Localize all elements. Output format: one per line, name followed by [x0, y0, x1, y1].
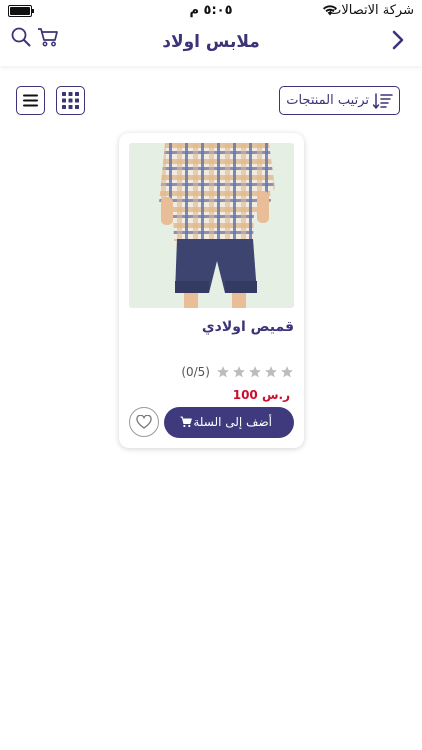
star-icon: [249, 366, 261, 378]
add-to-cart-label: أضف إلى السلة: [193, 415, 272, 429]
product-rating: (0/5): [181, 364, 294, 380]
cart-icon: [180, 416, 192, 428]
battery-icon: [8, 5, 34, 17]
sort-label: ترتيب المنتجات: [286, 93, 369, 108]
page-title: ملابس اولاد: [162, 32, 260, 52]
list-view-button[interactable]: [16, 86, 45, 115]
chevron-right-icon[interactable]: [388, 28, 408, 52]
wifi-icon: [323, 5, 337, 16]
list-view-icon: [23, 94, 38, 107]
status-bar: شركة الاتصالات ٥:٠٥ م: [0, 0, 422, 22]
star-icon: [233, 366, 245, 378]
carrier-name: شركة الاتصالات: [329, 3, 414, 18]
product-image[interactable]: [129, 143, 294, 308]
star-icon: [265, 366, 277, 378]
rating-count: (0/5): [181, 365, 210, 379]
sort-products-button[interactable]: ترتيب المنتجات: [279, 86, 400, 115]
status-time: ٥:٠٥ م: [189, 3, 233, 18]
add-to-cart-button[interactable]: أضف إلى السلة: [164, 407, 294, 438]
product-price: 100 ر.س: [232, 388, 290, 402]
favorite-button[interactable]: [129, 407, 159, 437]
sort-icon: [373, 93, 393, 109]
grid-view-icon: [62, 92, 79, 109]
app-header: ملابس اولاد: [0, 22, 422, 66]
product-name[interactable]: قميص اولادي: [202, 319, 294, 335]
star-icon: [281, 366, 293, 378]
search-icon[interactable]: [10, 26, 32, 48]
heart-icon: [136, 415, 152, 429]
star-icon: [217, 366, 229, 378]
grid-view-button[interactable]: [56, 86, 85, 115]
cart-icon[interactable]: [36, 26, 60, 48]
product-card[interactable]: قميص اولادي (0/5) 100 ر.س أضف إلى السلة: [119, 133, 304, 448]
